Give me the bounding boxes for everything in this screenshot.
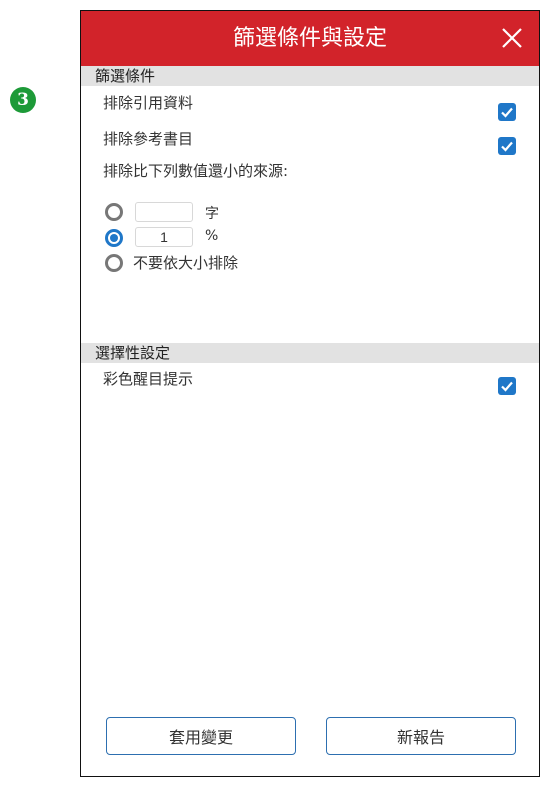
panel-header: 篩選條件與設定 bbox=[81, 11, 539, 66]
word-count-input[interactable] bbox=[135, 202, 193, 222]
exclude-bibliography-label: 排除參考書目 bbox=[103, 130, 194, 148]
size-threshold-prompt: 排除比下列數值還小的來源: bbox=[103, 162, 289, 180]
percent-radio[interactable] bbox=[105, 229, 123, 247]
panel-title: 篩選條件與設定 bbox=[232, 26, 387, 51]
color-highlight-label: 彩色醒目提示 bbox=[103, 370, 194, 388]
step-number-badge: 3 bbox=[10, 87, 36, 113]
percent-input[interactable] bbox=[135, 227, 193, 247]
apply-changes-button[interactable]: 套用變更 bbox=[106, 717, 296, 755]
exclude-bibliography-checkbox[interactable] bbox=[498, 137, 516, 155]
filter-settings-panel: 篩選條件與設定 篩選條件 排除引用資料 排除參考書目 排除比下列數值還小的來源:… bbox=[80, 10, 540, 777]
word-count-radio[interactable] bbox=[105, 203, 123, 221]
color-highlight-checkbox[interactable] bbox=[498, 377, 516, 395]
no-size-exclusion-label: 不要依大小排除 bbox=[133, 254, 239, 272]
no-size-exclusion-radio[interactable] bbox=[105, 254, 123, 272]
exclude-citations-checkbox[interactable] bbox=[498, 103, 516, 121]
close-icon[interactable] bbox=[499, 25, 525, 51]
word-unit-label: 字 bbox=[205, 206, 219, 222]
checkmark-icon bbox=[501, 107, 513, 118]
checkmark-icon bbox=[501, 141, 513, 152]
exclude-citations-label: 排除引用資料 bbox=[103, 94, 194, 112]
percent-unit-label: % bbox=[205, 228, 219, 244]
filter-section-header: 篩選條件 bbox=[81, 66, 539, 86]
optional-section-header: 選擇性設定 bbox=[81, 343, 539, 363]
new-report-button[interactable]: 新報告 bbox=[326, 717, 516, 755]
checkmark-icon bbox=[501, 381, 513, 392]
